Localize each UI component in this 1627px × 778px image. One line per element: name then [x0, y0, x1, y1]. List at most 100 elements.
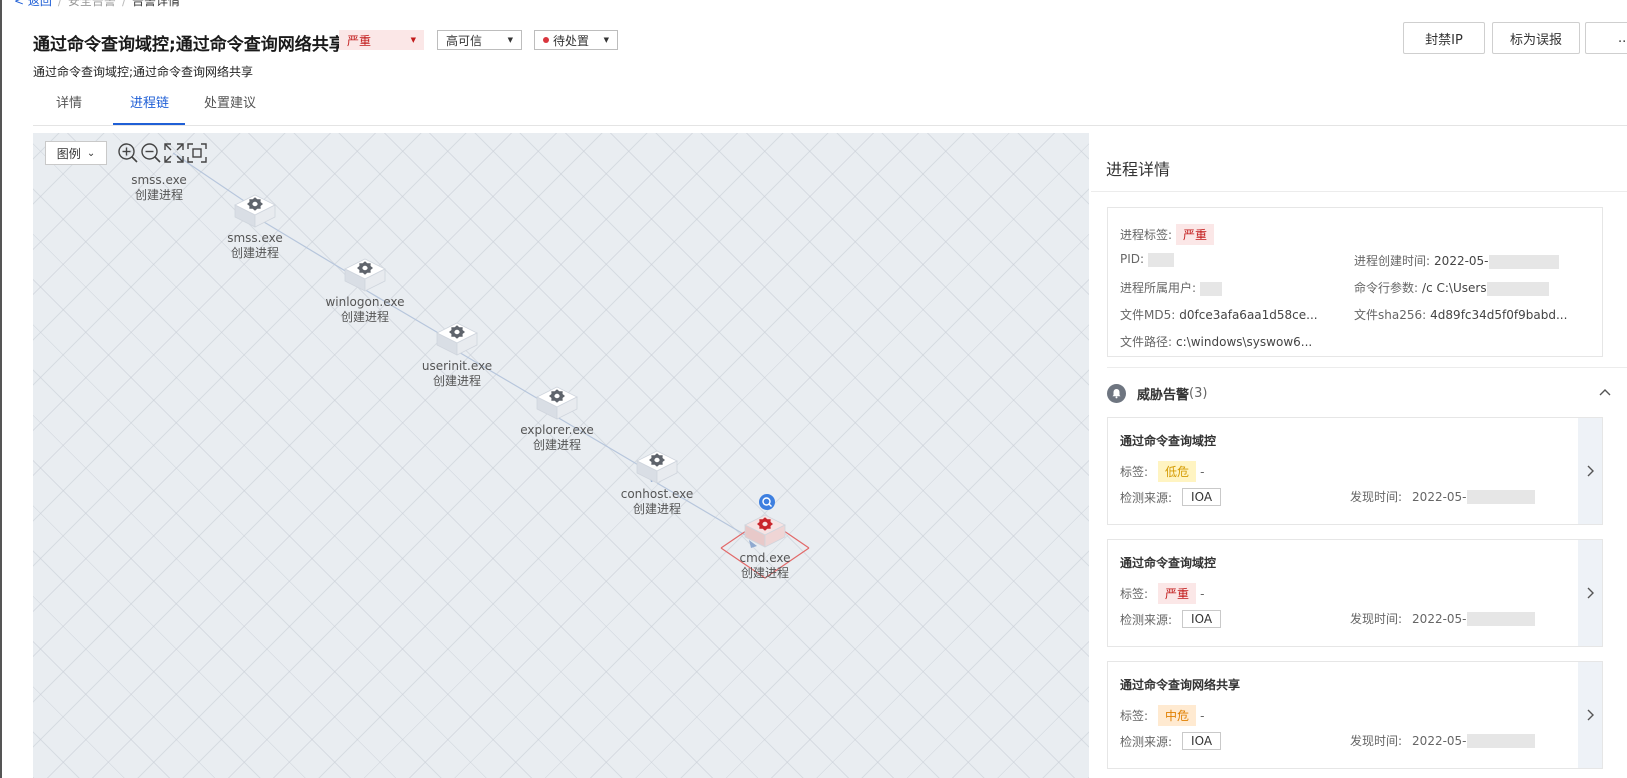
process-gear-icon [636, 450, 678, 484]
severity-dropdown[interactable]: 严重 ▼ [339, 30, 424, 50]
process-tag-badge: 严重 [1176, 224, 1215, 245]
md5-value[interactable]: d0fce3afa6aa1d58ce... [1179, 308, 1317, 322]
sha256-label: 文件sha256: [1354, 308, 1427, 322]
process-gear-icon [744, 514, 786, 548]
process-node[interactable]: smss.exe 创建进程 [109, 133, 209, 203]
alert-source-row: 检测来源: IOA [1120, 610, 1222, 628]
sha256-row: 文件sha256: 4d89fc34d5f0f9babd... [1354, 306, 1567, 323]
breadcrumb-back-link[interactable]: < 返回 [14, 0, 52, 8]
source-label: 检测来源: [1120, 734, 1173, 749]
redacted-value [1466, 489, 1535, 504]
window-left-border [0, 0, 2, 778]
breadcrumb-current: 告警详情 [131, 0, 180, 8]
chevron-right-icon [1587, 465, 1594, 477]
user-row: 进程所属用户: [1120, 279, 1223, 296]
mark-false-positive-button[interactable]: 标为误报 [1492, 22, 1580, 54]
threat-alert-card[interactable]: 通过命令查询域控 标签: 严重 - 检测来源: IOA 发现时间: 2022-05- [1107, 539, 1603, 647]
legend-label: 图例 [56, 146, 81, 161]
process-action: 创建进程 [230, 246, 279, 260]
found-label: 发现时间: [1350, 490, 1403, 504]
process-tag-row: 进程标签: 严重 [1120, 224, 1215, 245]
process-name: conhost.exe [620, 487, 694, 501]
process-node[interactable]: userinit.exe 创建进程 [407, 319, 507, 389]
tab-details[interactable]: 详情 [56, 92, 82, 111]
alert-tag-row: 标签: 中危 - [1120, 705, 1204, 726]
alert-expand-button[interactable] [1578, 418, 1602, 524]
found-value: 2022-05- [1412, 489, 1467, 504]
alert-found-row: 发现时间: 2022-05- [1350, 732, 1535, 749]
source-badge: IOA [1182, 732, 1222, 750]
page-title: 通过命令查询域控;通过命令查询网络共享 [33, 35, 346, 55]
threat-alert-card[interactable]: 通过命令查询域控 标签: 低危 - 检测来源: IOA 发现时间: 2022-05- [1107, 417, 1603, 525]
tab-process-chain[interactable]: 进程链 [130, 92, 169, 111]
alert-source-row: 检测来源: IOA [1120, 732, 1222, 750]
process-chain-canvas[interactable]: 图例 ⌄ smss.exe 创建进程 smss.exe 创建进程 winlogo… [33, 133, 1089, 778]
alert-title: 通过命令查询网络共享 [1120, 678, 1241, 692]
alert-title: 通过命令查询域控 [1120, 434, 1217, 448]
credibility-dropdown[interactable]: 高可信 ▼ [437, 30, 522, 50]
process-detail-panel: 进程详情 进程标签: 严重 PID: 进程创建时间: 2022-05- 进程所属用户… [1091, 141, 1627, 778]
process-node-highlighted[interactable]: cmd.exe 创建进程 [715, 511, 815, 581]
divider [1107, 367, 1627, 368]
status-dropdown[interactable]: 待处置 ▼ [534, 30, 618, 50]
alert-subtitle: 通过命令查询域控;通过命令查询网络共享 [33, 65, 254, 79]
process-info-box: 进程标签: 严重 PID: 进程创建时间: 2022-05- 进程所属用户: 命令行… [1107, 207, 1603, 357]
found-value: 2022-05- [1412, 733, 1467, 748]
process-gear-icon [536, 386, 578, 420]
found-value: 2022-05- [1412, 611, 1467, 626]
chevron-up-icon[interactable] [1598, 385, 1612, 399]
alert-tag-row: 标签: 严重 - [1120, 583, 1204, 604]
status-display: 待处置 [543, 32, 589, 49]
create-time-row: 进程创建时间: 2022-05- [1354, 252, 1559, 269]
process-name: smss.exe [227, 231, 283, 245]
redacted-value [1200, 281, 1223, 296]
process-name: smss.exe [131, 173, 187, 187]
process-action: 创建进程 [340, 310, 389, 324]
redacted-value [1466, 611, 1535, 626]
severity-value: 严重 [347, 33, 372, 48]
threat-alert-card[interactable]: 通过命令查询网络共享 标签: 中危 - 检测来源: IOA 发现时间: 2022-05- [1107, 661, 1603, 769]
redacted-value [1486, 281, 1549, 296]
threat-alerts-header[interactable]: 威胁告警 (3) [1107, 381, 1612, 405]
tag-badge: 严重 [1158, 583, 1197, 604]
chevron-right-icon [1587, 709, 1594, 721]
sha256-value[interactable]: 4d89fc34d5f0f9babd... [1430, 308, 1567, 322]
process-node[interactable]: conhost.exe 创建进程 [607, 447, 707, 517]
process-node[interactable]: smss.exe 创建进程 [205, 191, 305, 261]
credibility-value: 高可信 [446, 33, 483, 48]
alert-title: 通过命令查询域控 [1120, 556, 1217, 570]
breadcrumb-parent[interactable]: 安全告警 [68, 0, 116, 8]
ban-ip-button[interactable]: 封禁IP [1403, 22, 1485, 54]
caret-down-icon: ▼ [507, 36, 513, 44]
more-actions-button[interactable]: ... [1585, 22, 1627, 54]
process-action: 创建进程 [432, 374, 481, 388]
tab-bar: 详情 进程链 处置建议 [33, 82, 1627, 126]
process-tag-label: 进程标签: [1120, 228, 1173, 242]
create-time-label: 进程创建时间: [1354, 254, 1431, 268]
status-value: 待处置 [553, 33, 590, 48]
search-marker-icon[interactable] [758, 493, 776, 511]
panel-title: 进程详情 [1106, 160, 1171, 179]
alert-expand-button[interactable] [1578, 662, 1602, 768]
tab-disposal-advice[interactable]: 处置建议 [204, 92, 256, 111]
found-label: 发现时间: [1350, 612, 1403, 626]
caret-down-icon: ▼ [410, 36, 416, 44]
process-node[interactable]: winlogon.exe 创建进程 [315, 255, 415, 325]
path-row: 文件路径: c:\windows\syswow6... [1120, 333, 1312, 350]
source-label: 检测来源: [1120, 490, 1173, 505]
path-value[interactable]: c:\windows\syswow6... [1176, 335, 1312, 349]
process-gear-icon [344, 258, 386, 292]
alert-expand-button[interactable] [1578, 540, 1602, 646]
caret-down-icon: ▼ [603, 36, 609, 44]
process-action: 创建进程 [740, 566, 789, 580]
redacted-value [1466, 733, 1535, 748]
legend-dropdown[interactable]: 图例 ⌄ [45, 141, 107, 165]
tag-badge: 低危 [1158, 461, 1197, 482]
md5-row: 文件MD5: d0fce3afa6aa1d58ce... [1120, 306, 1318, 323]
process-node[interactable]: explorer.exe 创建进程 [507, 383, 607, 453]
process-action: 创建进程 [632, 502, 681, 516]
process-gear-icon [436, 322, 478, 356]
alert-source-row: 检测来源: IOA [1120, 488, 1222, 506]
cmdline-value: /c C:\Users [1422, 281, 1487, 295]
cmdline-row: 命令行参数:/c C:\Users [1354, 279, 1549, 296]
